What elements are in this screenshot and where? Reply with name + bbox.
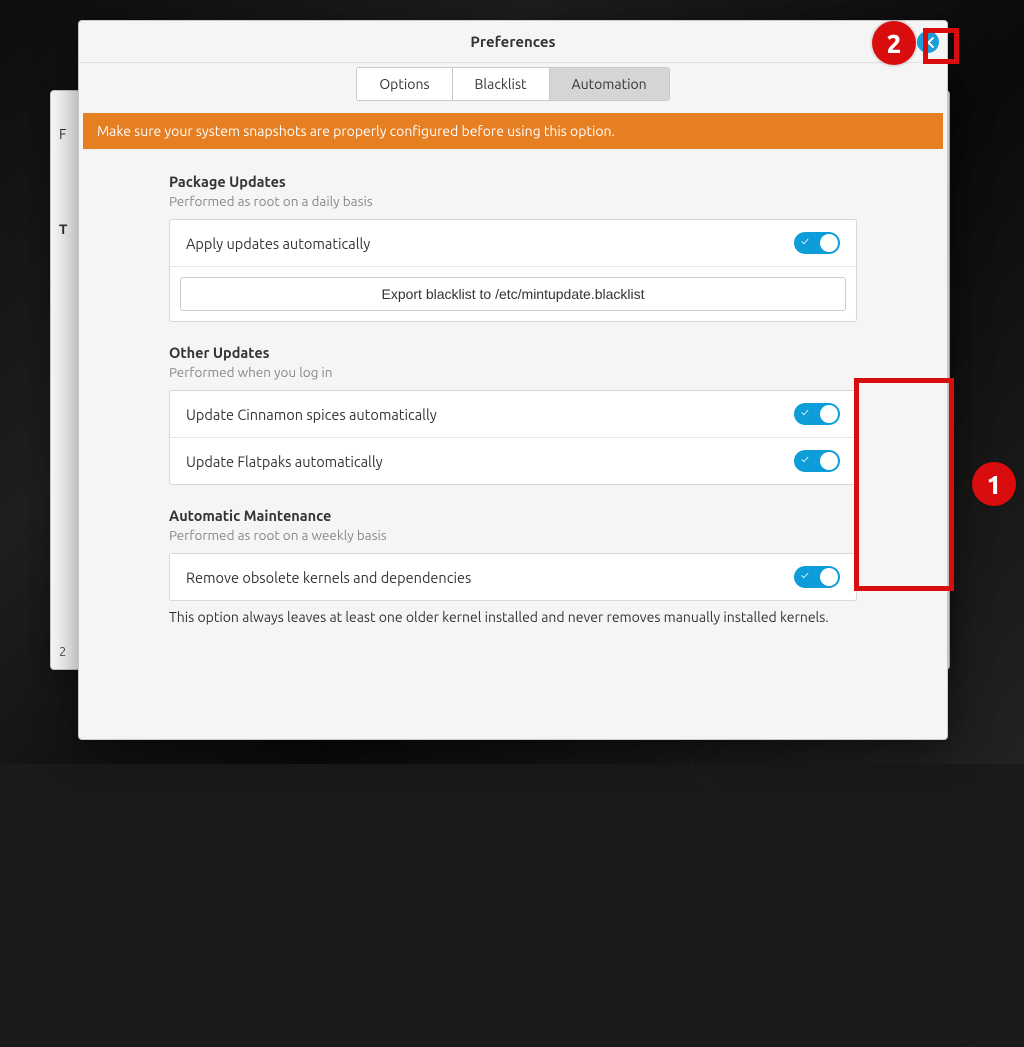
cinnamon-toggle[interactable]: ✓ [794,403,840,425]
maintenance-title: Automatic Maintenance [169,507,857,524]
other-updates-title: Other Updates [169,344,857,361]
tab-bar: Options Blacklist Automation [79,63,947,113]
close-icon [923,37,934,48]
check-icon: ✓ [801,571,809,582]
check-icon: ✓ [801,237,809,248]
check-icon: ✓ [801,408,809,419]
remove-kernels-row: Remove obsolete kernels and dependencies… [170,554,856,600]
annotation-badge-2: 2 [872,21,916,65]
remove-kernels-toggle[interactable]: ✓ [794,566,840,588]
package-updates-panel: Apply updates automatically ✓ Export bla… [169,219,857,322]
tab-blacklist[interactable]: Blacklist [453,68,550,100]
export-blacklist-button[interactable]: Export blacklist to /etc/mintupdate.blac… [180,277,846,311]
preferences-window: Preferences Options Blacklist Automation… [78,20,948,740]
behind-stub-left: F [59,126,66,142]
flatpak-toggle[interactable]: ✓ [794,450,840,472]
maintenance-subtitle: Performed as root on a weekly basis [169,527,857,543]
maintenance-note: This option always leaves at least one o… [169,609,857,625]
apply-updates-label: Apply updates automatically [186,235,370,252]
check-icon: ✓ [801,455,809,466]
warning-banner: Make sure your system snapshots are prop… [83,113,943,149]
package-updates-subtitle: Performed as root on a daily basis [169,193,857,209]
cinnamon-row: Update Cinnamon spices automatically ✓ [170,391,856,438]
content-area: Package Updates Performed as root on a d… [79,167,947,645]
flatpak-row: Update Flatpaks automatically ✓ [170,438,856,484]
apply-updates-row: Apply updates automatically ✓ [170,220,856,267]
apply-updates-toggle[interactable]: ✓ [794,232,840,254]
annotation-badge-1: 1 [972,462,1016,506]
tab-group: Options Blacklist Automation [356,67,669,101]
export-row: Export blacklist to /etc/mintupdate.blac… [170,267,856,321]
tab-automation[interactable]: Automation [550,68,669,100]
flatpak-label: Update Flatpaks automatically [186,453,383,470]
tab-options[interactable]: Options [357,68,452,100]
maintenance-panel: Remove obsolete kernels and dependencies… [169,553,857,601]
cinnamon-label: Update Cinnamon spices automatically [186,406,437,423]
behind-stub-bottom: 2 [59,645,66,659]
behind-stub-t: T [59,221,67,237]
other-updates-panel: Update Cinnamon spices automatically ✓ U… [169,390,857,485]
remove-kernels-label: Remove obsolete kernels and dependencies [186,569,471,586]
window-title: Preferences [470,33,555,50]
package-updates-title: Package Updates [169,173,857,190]
titlebar: Preferences [79,21,947,63]
other-updates-subtitle: Performed when you log in [169,364,857,380]
close-button[interactable] [917,31,939,53]
